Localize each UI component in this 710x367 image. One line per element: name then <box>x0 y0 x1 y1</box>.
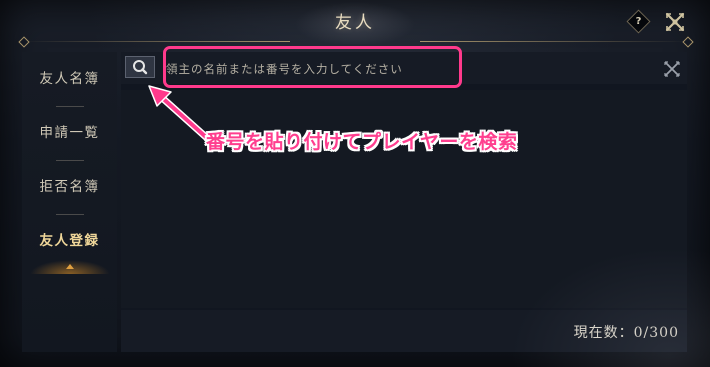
arrow-icon <box>148 85 211 142</box>
sidebar-item-label: 申請一覧 <box>39 125 100 141</box>
search-button[interactable] <box>125 56 155 78</box>
close-button[interactable] <box>664 11 686 33</box>
clear-icon <box>664 61 680 77</box>
sidebar-item-block-list[interactable]: 拒否名簿 <box>22 160 117 214</box>
friend-count: 現在数：0/300 <box>574 322 679 342</box>
close-icon <box>665 12 685 32</box>
window-title: 友人 <box>335 13 375 33</box>
search-icon <box>133 60 148 75</box>
friends-window: 友人 ? 友人名簿 申請一覧 拒否名簿 友人登録 領主の名前または番号を入力して… <box>0 0 710 367</box>
header-divider-left <box>22 41 290 42</box>
friend-count-label: 現在数： <box>573 325 634 341</box>
sidebar-item-friend-list[interactable]: 友人名簿 <box>22 52 117 106</box>
help-icon: ? <box>635 16 642 27</box>
sidebar-item-request-list[interactable]: 申請一覧 <box>22 106 117 160</box>
clear-button[interactable] <box>663 60 681 78</box>
window-header: 友人 ? <box>0 0 710 48</box>
panel-footer: 現在数：0/300 <box>121 310 687 352</box>
header-corner-ornament-right <box>682 36 694 48</box>
header-corner-ornament-left <box>18 36 30 48</box>
sidebar-item-label: 拒否名簿 <box>39 179 100 195</box>
active-tab-indicator <box>66 264 74 269</box>
friend-count-value: 0/300 <box>633 325 679 341</box>
sidebar-item-label: 友人登録 <box>39 233 100 249</box>
header-divider-right <box>420 41 688 42</box>
annotation-label: 番号を貼り付けてプレイヤーを検索 <box>206 131 518 153</box>
sidebar-item-label: 友人名簿 <box>39 71 100 87</box>
sidebar: 友人名簿 申請一覧 拒否名簿 友人登録 <box>22 52 117 352</box>
